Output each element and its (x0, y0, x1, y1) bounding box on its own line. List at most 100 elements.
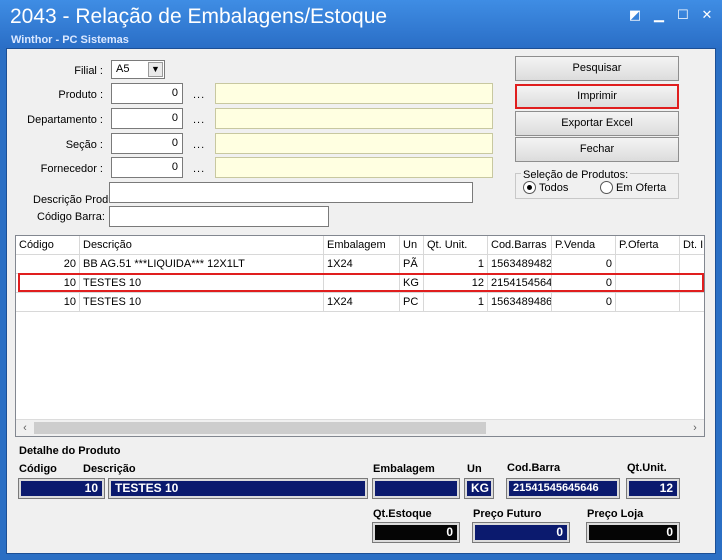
cell-qt-unit: 12 (424, 274, 488, 293)
column-header-cod-barras[interactable]: Cod.Barras (488, 236, 552, 255)
grid-header: Código Descrição Embalagem Un Qt. Unit. … (16, 236, 704, 255)
cell-descricao: TESTES 10 (80, 274, 324, 293)
cell-un: PC (400, 293, 424, 312)
cell-p-venda: 0 (552, 274, 616, 293)
horizontal-scrollbar[interactable]: ‹ › (16, 419, 704, 436)
cell-embalagem (324, 274, 400, 293)
produto-input[interactable]: 0 (111, 83, 183, 104)
detail-preco-futuro-field: 0 (472, 522, 570, 543)
column-header-un[interactable]: Un (400, 236, 424, 255)
cell-cod-barras: 1563489486 (488, 293, 552, 312)
produto-lookup-button[interactable]: ... (193, 89, 205, 101)
filial-select[interactable]: A5 ▼ (111, 60, 165, 79)
filial-value: A5 (116, 63, 130, 75)
departamento-input[interactable]: 0 (111, 108, 183, 129)
codigo-barra-label: Código Barra: (37, 211, 105, 223)
column-header-dt[interactable]: Dt. I (680, 236, 704, 255)
filial-label: Filial : (74, 65, 103, 77)
detail-descricao-field: TESTES 10 (108, 478, 368, 499)
column-header-p-oferta[interactable]: P.Oferta (616, 236, 680, 255)
detail-preco-loja-label: Preço Loja (587, 508, 644, 520)
column-header-embalagem[interactable]: Embalagem (324, 236, 400, 255)
cell-dt (680, 274, 704, 293)
cell-cod-barras: 2154154564 (488, 274, 552, 293)
detail-qt-unit-label: Qt.Unit. (627, 462, 667, 474)
fornecedor-description-field (215, 157, 493, 178)
scroll-right-icon[interactable]: › (687, 421, 703, 436)
departamento-label: Departamento : (27, 114, 103, 126)
detail-embalagem-label: Embalagem (373, 463, 435, 475)
selecao-produtos-label: Seleção de Produtos: (521, 169, 631, 181)
cell-p-oferta (616, 255, 680, 274)
maximize-icon[interactable]: ☐ (674, 8, 692, 22)
radio-em-oferta[interactable] (600, 181, 613, 194)
detail-un-label: Un (467, 463, 482, 475)
produto-description-field (215, 83, 493, 104)
window-title: 2043 - Relação de Embalagens/Estoque (10, 5, 388, 28)
cell-qt-unit: 1 (424, 293, 488, 312)
cell-codigo: 10 (16, 293, 80, 312)
cell-p-oferta (616, 274, 680, 293)
cell-un: KG (400, 274, 424, 293)
products-grid: Código Descrição Embalagem Un Qt. Unit. … (15, 235, 705, 437)
detail-un-field: KG (464, 478, 494, 499)
scroll-thumb[interactable] (34, 422, 486, 434)
restore-icon[interactable]: ◩ (626, 8, 644, 22)
detail-preco-futuro-label: Preço Futuro (473, 508, 542, 520)
cell-embalagem: 1X24 (324, 293, 400, 312)
fornecedor-lookup-button[interactable]: ... (193, 163, 205, 175)
detail-cod-barra-field: 21541545645646 (506, 478, 620, 499)
table-row-selected[interactable]: 10 TESTES 10 KG 12 2154154564 0 (16, 274, 704, 293)
radio-todos-label: Todos (539, 182, 569, 194)
cell-un: PÃ (400, 255, 424, 274)
column-header-descricao[interactable]: Descrição (80, 236, 324, 255)
cell-p-oferta (616, 293, 680, 312)
detail-qt-unit-field: 12 (626, 478, 680, 499)
cell-dt (680, 293, 704, 312)
cell-codigo: 20 (16, 255, 80, 274)
window-subtitle: Winthor - PC Sistemas (11, 34, 129, 46)
cell-descricao: BB AG.51 ***LIQUIDA*** 12X1LT (80, 255, 324, 274)
close-icon[interactable]: ✕ (698, 8, 716, 22)
scroll-left-icon[interactable]: ‹ (17, 421, 33, 436)
column-header-qt-unit[interactable]: Qt. Unit. (424, 236, 488, 255)
detail-qt-estoque-field: 0 (372, 522, 460, 543)
departamento-description-field (215, 108, 493, 129)
codigo-barra-input[interactable] (109, 206, 329, 227)
detalhe-produto-title: Detalhe do Produto (19, 445, 121, 457)
departamento-lookup-button[interactable]: ... (193, 114, 205, 126)
column-header-codigo[interactable]: Código (16, 236, 80, 255)
imprimir-button[interactable]: Imprimir (515, 84, 679, 109)
secao-label: Seção : (65, 139, 103, 151)
radio-em-oferta-label: Em Oferta (616, 182, 667, 194)
cell-descricao: TESTES 10 (80, 293, 324, 312)
cell-embalagem: 1X24 (324, 255, 400, 274)
cell-codigo: 10 (16, 274, 80, 293)
table-row[interactable]: 10 TESTES 10 1X24 PC 1 1563489486 0 (16, 293, 704, 312)
radio-todos[interactable] (523, 181, 536, 194)
fornecedor-label: Fornecedor : (40, 163, 103, 175)
descricao-produto-input[interactable] (109, 182, 473, 203)
secao-input[interactable]: 0 (111, 133, 183, 154)
column-header-p-venda[interactable]: P.Venda (552, 236, 616, 255)
exportar-excel-button[interactable]: Exportar Excel (515, 111, 679, 136)
minimize-icon[interactable]: ▁ (650, 8, 668, 22)
secao-lookup-button[interactable]: ... (193, 139, 205, 151)
cell-cod-barras: 1563489482 (488, 255, 552, 274)
pesquisar-button[interactable]: Pesquisar (515, 56, 679, 81)
cell-p-venda: 0 (552, 255, 616, 274)
detail-qt-estoque-label: Qt.Estoque (373, 508, 432, 520)
detail-embalagem-field (372, 478, 460, 499)
fornecedor-input[interactable]: 0 (111, 157, 183, 178)
detail-preco-loja-field: 0 (586, 522, 680, 543)
main-panel: Filial : A5 ▼ Produto : 0 ... Departamen… (6, 48, 716, 554)
cell-qt-unit: 1 (424, 255, 488, 274)
detail-cod-barra-label: Cod.Barra (507, 462, 561, 474)
secao-description-field (215, 133, 493, 154)
detail-codigo-label: Código (19, 463, 57, 475)
chevron-down-icon[interactable]: ▼ (148, 62, 163, 77)
title-bar: 2043 - Relação de Embalagens/Estoque Win… (0, 0, 722, 48)
fechar-button[interactable]: Fechar (515, 137, 679, 162)
detail-descricao-label: Descrição (83, 463, 136, 475)
table-row[interactable]: 20 BB AG.51 ***LIQUIDA*** 12X1LT 1X24 PÃ… (16, 255, 704, 274)
